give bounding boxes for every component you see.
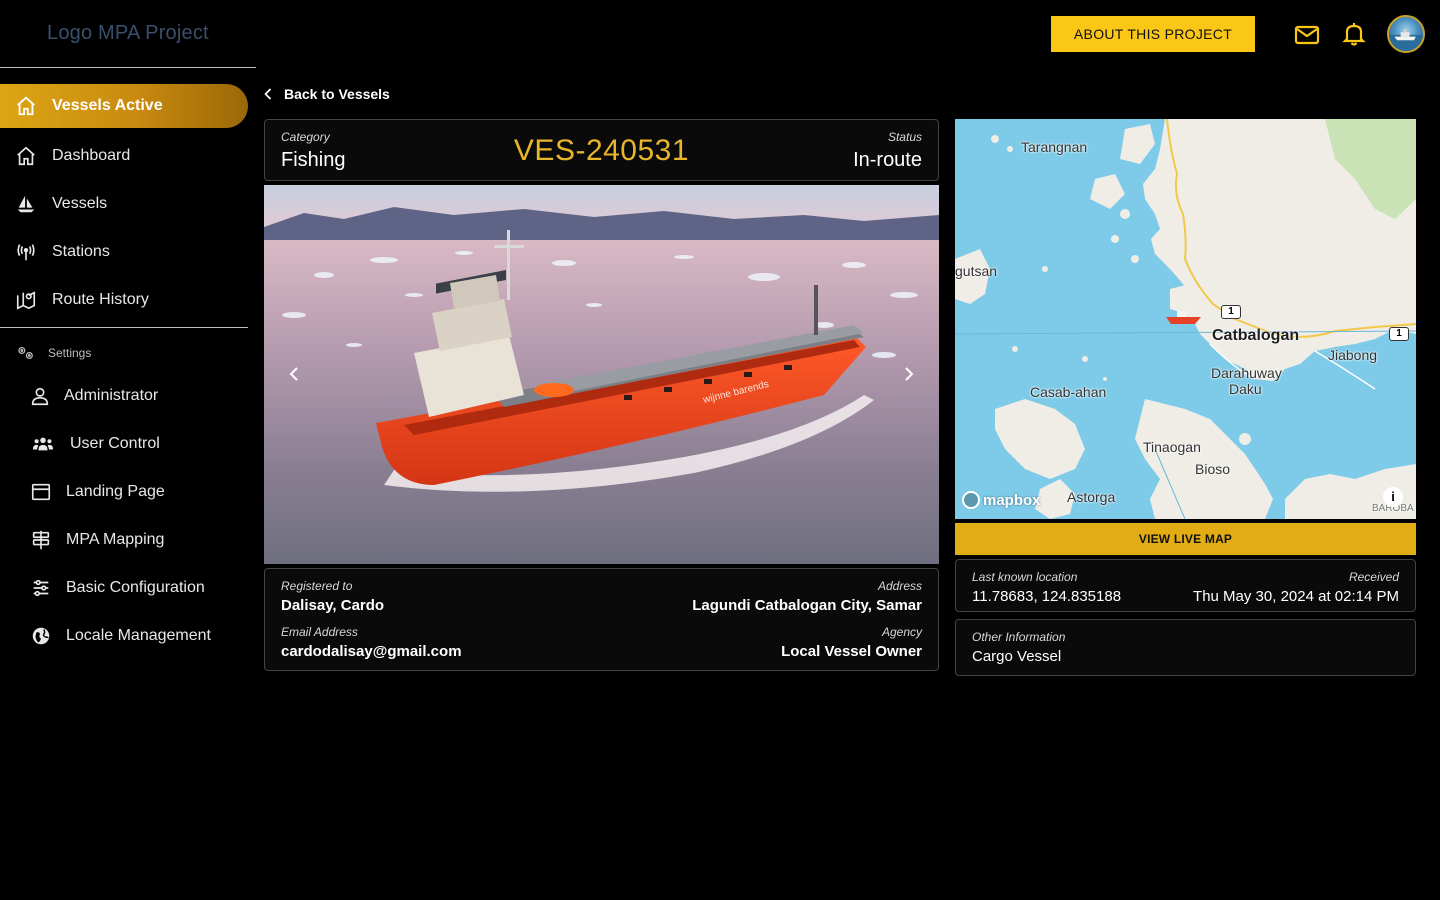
sidebar-item-user-control[interactable]: User Control — [0, 424, 248, 464]
home-icon — [14, 94, 38, 118]
home-icon — [14, 144, 38, 168]
agency-label: Agency — [881, 625, 922, 639]
map-label-bioso: Bioso — [1195, 461, 1231, 477]
sidebar-item-label: Locale Management — [66, 627, 211, 644]
map-label-daku: Daku — [1229, 381, 1262, 397]
email-label: Email Address — [281, 625, 358, 639]
sidebar-item-administrator[interactable]: Administrator — [0, 376, 248, 416]
sidebar-item-label: Administrator — [64, 387, 159, 404]
map-canvas — [955, 119, 1416, 519]
road-shield: 1 — [1221, 305, 1241, 319]
avatar[interactable] — [1387, 15, 1425, 53]
owner-info-card: Registered to Dalisay, Cardo Email Addre… — [264, 568, 939, 671]
sidebar-item-label: Vessels Active — [52, 97, 163, 114]
mapbox-icon — [962, 491, 980, 509]
sidebar-item-label: MPA Mapping — [66, 531, 165, 548]
sidebar-item-dashboard[interactable]: Dashboard — [0, 136, 248, 176]
divider — [0, 327, 248, 328]
sidebar-item-label: Basic Configuration — [66, 579, 205, 596]
agency-value: Local Vessel Owner — [781, 643, 922, 660]
vessel-image-carousel[interactable]: wijnne barends — [264, 185, 939, 564]
mapbox-label: mapbox — [983, 491, 1041, 509]
map-label-gutsan: gutsan — [955, 263, 998, 279]
about-project-button[interactable]: ABOUT THIS PROJECT — [1051, 16, 1255, 52]
map-label-tarangnan: Tarangnan — [1021, 139, 1088, 155]
last-location-value: 11.78683, 124.835188 — [972, 588, 1122, 605]
back-label: Back to Vessels — [284, 86, 390, 102]
sidebar-item-vessels-active[interactable]: Vessels Active — [0, 84, 248, 128]
sailboat-icon — [14, 192, 38, 216]
map-label-jiabong: Jiabong — [1328, 347, 1378, 363]
other-info-value: Cargo Vessel — [972, 648, 1062, 665]
users-icon — [31, 432, 55, 456]
vessel-map[interactable]: Tarangnan gutsan Catbalogan Jiabong Dara… — [955, 119, 1416, 519]
sidebar-item-label: Vessels — [52, 195, 108, 212]
map-label-darahuway: Darahuway — [1211, 365, 1282, 381]
mail-icon[interactable] — [1294, 22, 1320, 48]
antenna-icon — [14, 240, 38, 264]
sidebar-item-mpa-mapping[interactable]: MPA Mapping — [0, 520, 248, 560]
sidebar-item-landing-page[interactable]: Landing Page — [0, 472, 248, 512]
sidebar-item-vessels[interactable]: Vessels — [0, 184, 248, 224]
chevron-left-icon — [262, 82, 274, 106]
location-card: Last known location 11.78683, 124.835188… — [955, 559, 1416, 612]
window-icon — [29, 480, 53, 504]
map-label-catbalogan: Catbalogan — [1212, 327, 1300, 344]
status-label: Status — [887, 130, 922, 144]
map-label-casab-ahan: Casab-ahan — [1030, 384, 1107, 400]
last-location-label: Last known location — [972, 570, 1078, 584]
user-icon — [28, 384, 52, 408]
sliders-icon — [29, 576, 53, 600]
map-label-tinaogan: Tinaogan — [1143, 439, 1201, 455]
mapbox-logo[interactable]: mapbox — [962, 491, 1041, 509]
carousel-next-button[interactable] — [897, 362, 921, 386]
sidebar-item-route-history[interactable]: Route History — [0, 280, 248, 320]
settings-header: Settings — [16, 344, 91, 362]
sidebar-item-basic-configuration[interactable]: Basic Configuration — [0, 568, 248, 608]
sidebar-item-label: Landing Page — [66, 483, 165, 500]
road-shield: 1 — [1389, 327, 1409, 341]
back-to-vessels-link[interactable]: Back to Vessels — [262, 82, 390, 106]
address-value: Lagundi Catbalogan City, Samar — [692, 597, 922, 614]
registered-label: Registered to — [281, 579, 353, 593]
vessel-header-card: Category Fishing VES-240531 Status In-ro… — [264, 119, 939, 181]
signpost-icon — [29, 528, 53, 552]
sidebar-item-stations[interactable]: Stations — [0, 232, 248, 272]
status-value: In-route — [853, 149, 922, 171]
other-info-label: Other Information — [972, 630, 1066, 644]
vessel-photo: wijnne barends — [264, 185, 939, 564]
view-live-map-button[interactable]: VIEW LIVE MAP — [955, 523, 1416, 555]
sidebar-item-label: Route History — [52, 291, 149, 308]
sidebar-item-label: User Control — [70, 435, 160, 452]
registered-value: Dalisay, Cardo — [281, 597, 385, 614]
gears-icon — [18, 346, 33, 360]
map-pin-icon — [14, 288, 38, 312]
sidebar-item-locale-management[interactable]: Locale Management — [0, 616, 248, 656]
email-value: cardodalisay@gmail.com — [281, 643, 462, 660]
other-info-card: Other Information Cargo Vessel — [955, 619, 1416, 676]
app-logo[interactable]: Logo MPA Project — [47, 22, 209, 45]
bell-icon[interactable] — [1341, 21, 1367, 47]
globe-icon — [29, 624, 53, 648]
map-label-astorga: Astorga — [1067, 489, 1116, 505]
divider — [0, 67, 256, 68]
sidebar: Logo MPA Project Vessels Active Dashboar… — [0, 0, 256, 900]
carousel-prev-button[interactable] — [282, 362, 306, 386]
sidebar-item-label: Stations — [52, 243, 110, 260]
received-label: Received — [1348, 570, 1399, 584]
address-label: Address — [877, 579, 922, 593]
settings-label: Settings — [48, 346, 92, 360]
received-value: Thu May 30, 2024 at 02:14 PM — [1193, 588, 1399, 605]
vessel-id: VES-240531 — [513, 134, 690, 167]
sidebar-item-label: Dashboard — [52, 147, 131, 164]
map-info-icon[interactable]: i — [1383, 487, 1403, 507]
